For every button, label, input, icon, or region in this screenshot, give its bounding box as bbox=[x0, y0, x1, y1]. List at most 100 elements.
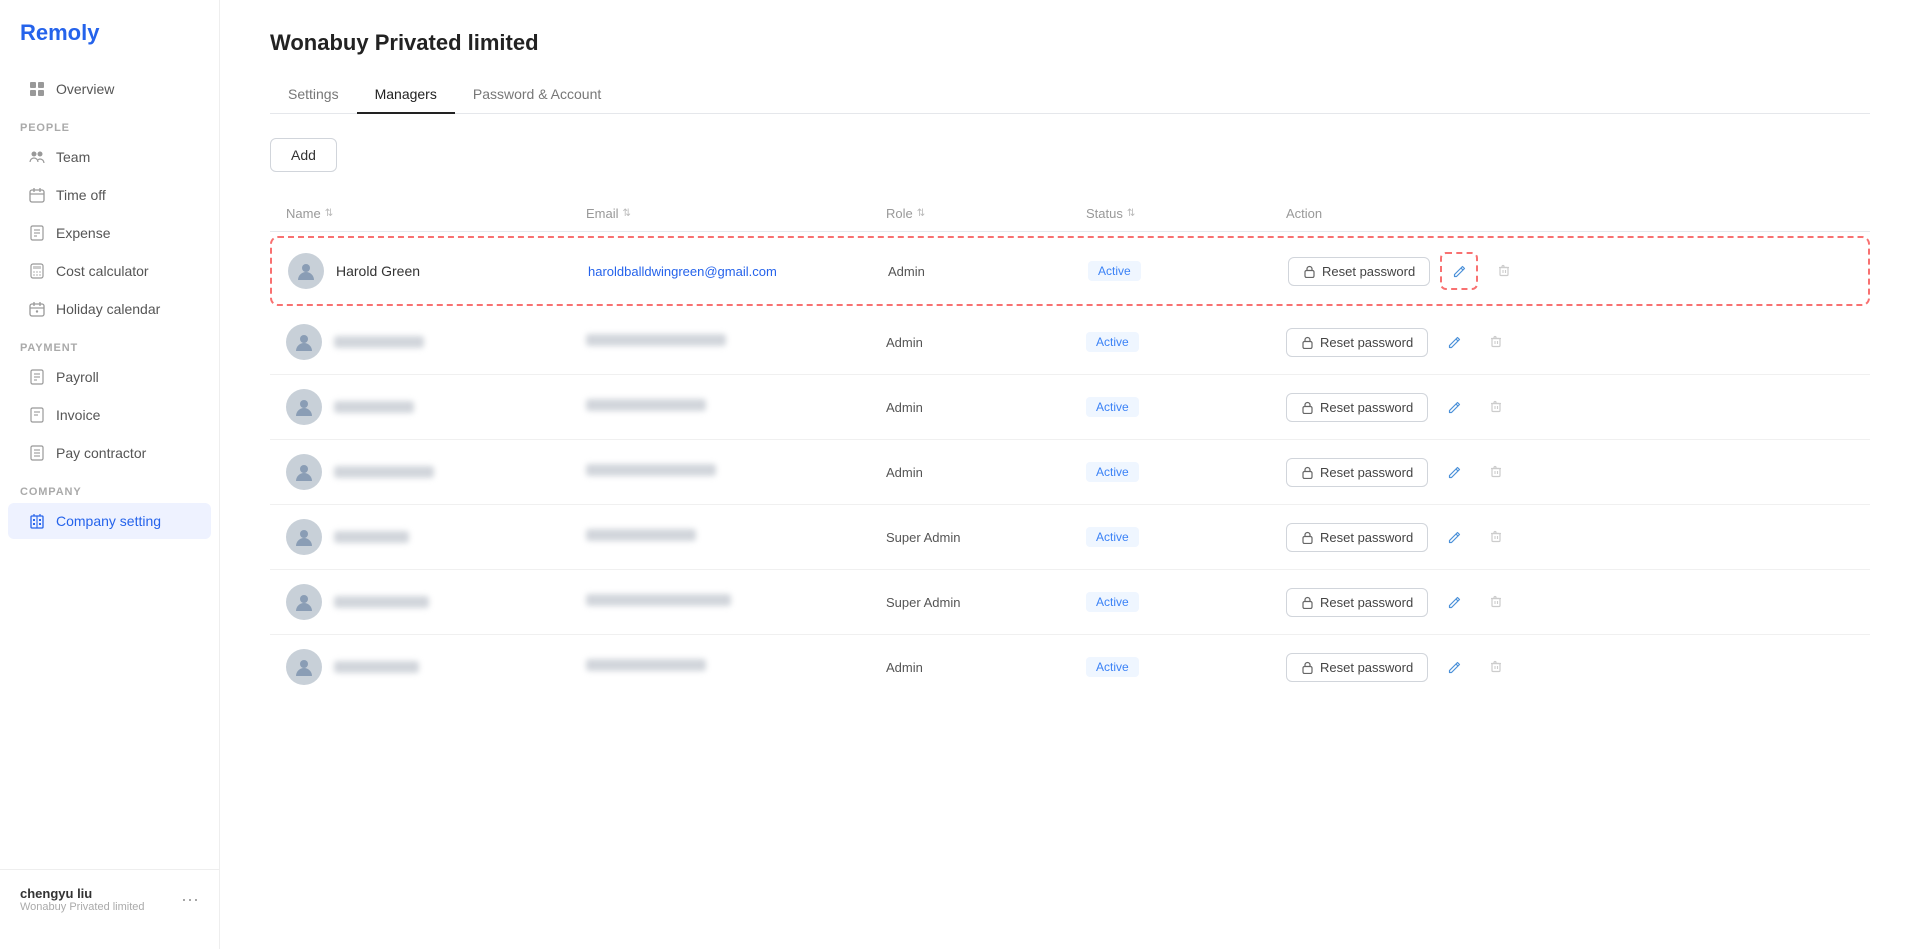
company-section-label: COMPANY bbox=[0, 472, 219, 502]
page-title: Wonabuy Privated limited bbox=[270, 30, 1870, 56]
role-cell: Admin bbox=[886, 335, 1086, 350]
reset-password-button[interactable]: Reset password bbox=[1286, 328, 1428, 357]
delete-button[interactable] bbox=[1480, 326, 1512, 358]
user-name: Harold Green bbox=[336, 263, 420, 279]
table-row: Admin Active Reset password bbox=[270, 635, 1870, 699]
col-role-sort-icon[interactable]: ⇅ bbox=[917, 208, 925, 219]
email-cell-blurred bbox=[586, 658, 886, 676]
sidebar-item-overview[interactable]: Overview bbox=[8, 71, 211, 107]
delete-button[interactable] bbox=[1480, 586, 1512, 618]
edit-button[interactable] bbox=[1438, 521, 1470, 553]
sidebar-item-team[interactable]: Team bbox=[8, 139, 211, 175]
reset-password-button[interactable]: Reset password bbox=[1286, 653, 1428, 682]
edit-button-wrapper bbox=[1440, 252, 1478, 290]
col-status-sort-icon[interactable]: ⇅ bbox=[1127, 208, 1135, 219]
status-cell: Active bbox=[1086, 527, 1286, 547]
payment-section-label: PAYMENT bbox=[0, 328, 219, 358]
edit-button[interactable] bbox=[1438, 651, 1470, 683]
sidebar-item-timeoff[interactable]: Time off bbox=[8, 177, 211, 213]
col-role-label: Role bbox=[886, 206, 913, 221]
status-cell: Active bbox=[1086, 657, 1286, 677]
delete-button[interactable] bbox=[1480, 391, 1512, 423]
col-role: Role ⇅ bbox=[886, 206, 1086, 221]
grid-icon bbox=[28, 80, 46, 98]
lock-icon bbox=[1301, 596, 1314, 609]
col-name-sort-icon[interactable]: ⇅ bbox=[325, 208, 333, 219]
sidebar-item-holiday-calendar-label: Holiday calendar bbox=[56, 301, 160, 317]
calendar-icon bbox=[28, 186, 46, 204]
action-cell: Reset password bbox=[1288, 252, 1852, 290]
sidebar-item-pay-contractor[interactable]: Pay contractor bbox=[8, 435, 211, 471]
delete-button[interactable] bbox=[1480, 521, 1512, 553]
sidebar-user-area: chengyu liu Wonabuy Privated limited ··· bbox=[0, 869, 219, 929]
reset-password-label: Reset password bbox=[1320, 400, 1413, 415]
sidebar-item-expense[interactable]: Expense bbox=[8, 215, 211, 251]
col-name-label: Name bbox=[286, 206, 321, 221]
table-row: Harold Green haroldballdwingreen@gmail.c… bbox=[270, 236, 1870, 306]
sidebar-item-invoice[interactable]: Invoice bbox=[8, 397, 211, 433]
reset-password-button[interactable]: Reset password bbox=[1286, 523, 1428, 552]
email-cell: haroldballdwingreen@gmail.com bbox=[588, 264, 888, 279]
user-menu-icon[interactable]: ··· bbox=[181, 889, 199, 910]
status-badge: Active bbox=[1086, 397, 1139, 417]
sidebar-item-company-setting[interactable]: Company setting bbox=[8, 503, 211, 539]
email-cell-blurred bbox=[586, 593, 886, 611]
sidebar: Remoly Overview PEOPLE Team bbox=[0, 0, 220, 949]
table-header: Name ⇅ Email ⇅ Role ⇅ Status ⇅ Action bbox=[270, 196, 1870, 232]
people-icon bbox=[28, 148, 46, 166]
user-cell bbox=[286, 324, 586, 360]
lock-icon bbox=[1301, 661, 1314, 674]
delete-button[interactable] bbox=[1480, 651, 1512, 683]
edit-button[interactable] bbox=[1443, 255, 1475, 287]
col-email-sort-icon[interactable]: ⇅ bbox=[623, 208, 631, 219]
status-badge: Active bbox=[1086, 657, 1139, 677]
tab-password-account[interactable]: Password & Account bbox=[455, 76, 619, 114]
email-cell-blurred bbox=[586, 463, 886, 481]
sidebar-item-payroll-label: Payroll bbox=[56, 369, 99, 385]
table-row: Admin Active Reset password bbox=[270, 375, 1870, 440]
people-section-label: PEOPLE bbox=[0, 108, 219, 138]
sidebar-user-company: Wonabuy Privated limited bbox=[20, 901, 145, 913]
col-action: Action bbox=[1286, 206, 1854, 221]
email-cell-blurred bbox=[586, 528, 886, 546]
sidebar-item-payroll[interactable]: Payroll bbox=[8, 359, 211, 395]
user-name-blurred bbox=[334, 401, 414, 413]
col-status: Status ⇅ bbox=[1086, 206, 1286, 221]
delete-button[interactable] bbox=[1488, 255, 1520, 287]
tab-settings[interactable]: Settings bbox=[270, 76, 357, 114]
delete-button[interactable] bbox=[1480, 456, 1512, 488]
role-cell: Admin bbox=[886, 400, 1086, 415]
add-button[interactable]: Add bbox=[270, 138, 337, 172]
table-row: Admin Active Reset password bbox=[270, 310, 1870, 375]
edit-button[interactable] bbox=[1438, 326, 1470, 358]
role-cell: Admin bbox=[886, 465, 1086, 480]
tab-bar: Settings Managers Password & Account bbox=[270, 76, 1870, 114]
edit-button[interactable] bbox=[1438, 586, 1470, 618]
table-row: Super Admin Active Reset password bbox=[270, 570, 1870, 635]
sidebar-item-holiday-calendar[interactable]: Holiday calendar bbox=[8, 291, 211, 327]
user-cell: Harold Green bbox=[288, 253, 588, 289]
edit-button[interactable] bbox=[1438, 456, 1470, 488]
sidebar-item-team-label: Team bbox=[56, 149, 90, 165]
avatar bbox=[286, 584, 322, 620]
action-cell: Reset password bbox=[1286, 521, 1854, 553]
status-badge: Active bbox=[1086, 527, 1139, 547]
reset-password-label: Reset password bbox=[1320, 465, 1413, 480]
reset-password-button[interactable]: Reset password bbox=[1286, 458, 1428, 487]
tab-managers[interactable]: Managers bbox=[357, 76, 455, 114]
reset-password-button[interactable]: Reset password bbox=[1286, 588, 1428, 617]
role-cell: Admin bbox=[888, 264, 1088, 279]
contractor-icon bbox=[28, 444, 46, 462]
user-name-blurred bbox=[334, 596, 429, 608]
edit-button[interactable] bbox=[1438, 391, 1470, 423]
main-content-area: Wonabuy Privated limited Settings Manage… bbox=[220, 0, 1920, 949]
status-cell: Active bbox=[1086, 462, 1286, 482]
reset-password-button[interactable]: Reset password bbox=[1286, 393, 1428, 422]
reset-password-button[interactable]: Reset password bbox=[1288, 257, 1430, 286]
sidebar-item-timeoff-label: Time off bbox=[56, 187, 106, 203]
sidebar-item-expense-label: Expense bbox=[56, 225, 110, 241]
status-badge: Active bbox=[1086, 592, 1139, 612]
calendar2-icon bbox=[28, 300, 46, 318]
sidebar-item-cost-calculator[interactable]: Cost calculator bbox=[8, 253, 211, 289]
avatar bbox=[286, 649, 322, 685]
